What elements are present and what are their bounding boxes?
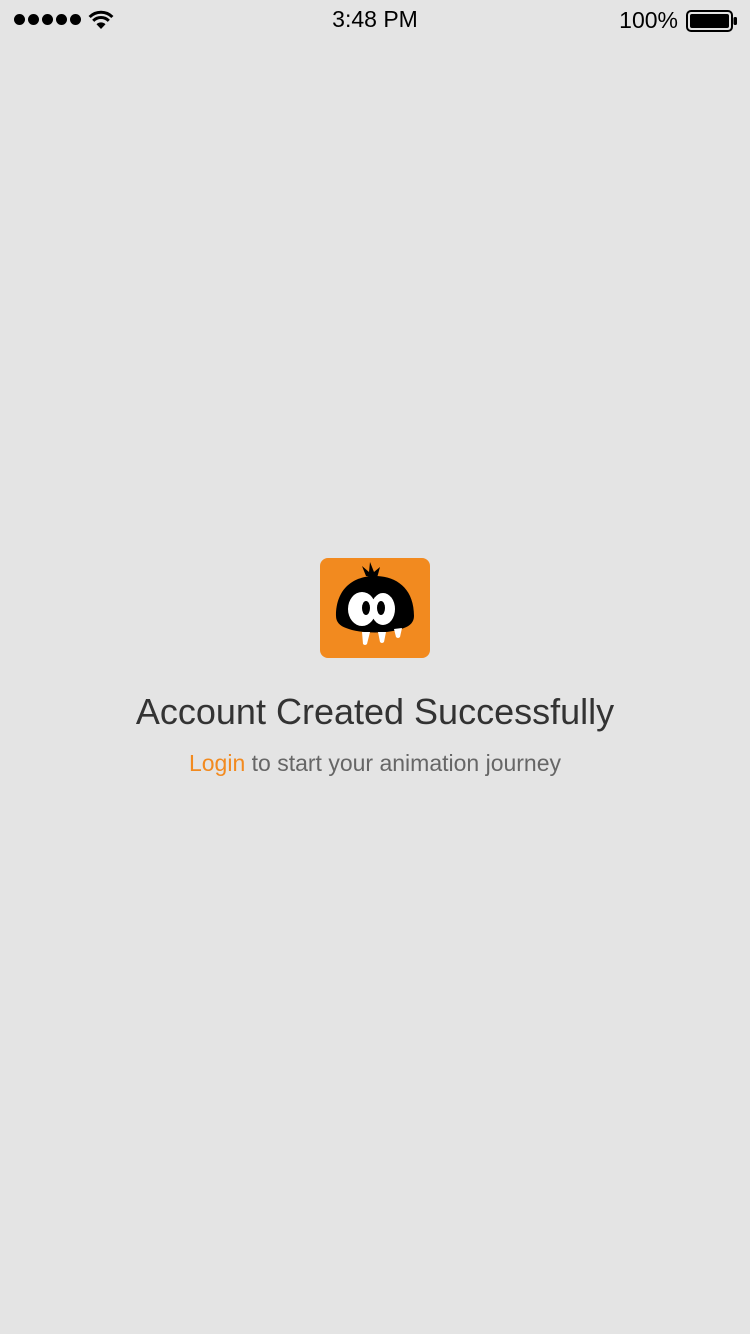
status-bar: 3:48 PM 100% bbox=[0, 0, 750, 40]
battery-percent: 100% bbox=[619, 7, 678, 33]
orange-monster-logo-icon bbox=[320, 558, 430, 658]
battery-icon bbox=[686, 10, 737, 32]
subtitle-text: to start your animation journey bbox=[245, 750, 562, 776]
login-link[interactable]: Login bbox=[189, 750, 245, 776]
subtitle: Login to start your animation journey bbox=[0, 748, 750, 778]
success-panel: Account Created Successfully Login to st… bbox=[0, 558, 750, 778]
page-title: Account Created Successfully bbox=[135, 691, 615, 732]
